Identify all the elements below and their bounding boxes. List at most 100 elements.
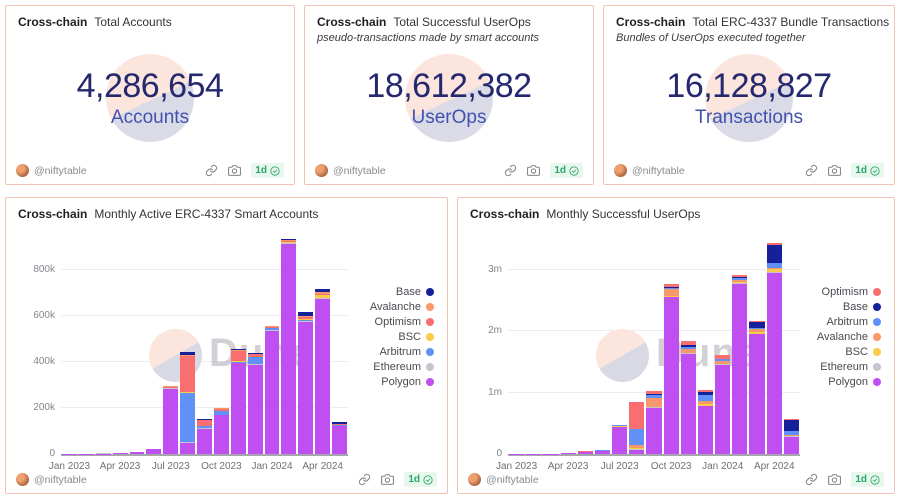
- author-link[interactable]: @niftytable: [614, 164, 685, 177]
- bar-jan-2023[interactable]: [61, 236, 78, 454]
- card-title[interactable]: Total Accounts: [94, 15, 171, 29]
- bar-apr-2023[interactable]: [560, 236, 577, 454]
- check-circle-icon: [270, 166, 280, 176]
- legend-item-base[interactable]: Base: [843, 301, 881, 313]
- author-avatar: [315, 164, 328, 177]
- legend-item-optimism[interactable]: Optimism: [375, 316, 434, 328]
- legend-label: Arbitrum: [826, 316, 868, 328]
- author-link[interactable]: @niftytable: [16, 473, 87, 486]
- author-link[interactable]: @niftytable: [315, 164, 386, 177]
- legend-item-optimism[interactable]: Optimism: [822, 286, 881, 298]
- bar-may-2024[interactable]: [331, 236, 348, 454]
- x-axis-tick-label: Apr 2024: [302, 461, 343, 472]
- bar-feb-2023[interactable]: [525, 236, 542, 454]
- embed-link-icon[interactable]: [805, 164, 818, 177]
- embed-link-icon[interactable]: [358, 473, 371, 486]
- bar-feb-2024[interactable]: [731, 236, 748, 454]
- camera-icon[interactable]: [381, 473, 394, 486]
- legend-item-bsc[interactable]: BSC: [398, 331, 434, 343]
- bar-jan-2024[interactable]: [264, 236, 281, 454]
- chart-card-monthly-successful-userops: Cross-chainMonthly Successful UserOps Du…: [457, 197, 895, 494]
- refresh-badge[interactable]: 1d: [851, 163, 884, 178]
- author-link[interactable]: @niftytable: [468, 473, 539, 486]
- refresh-badge[interactable]: 1d: [251, 163, 284, 178]
- counter-card-total-userops: Cross-chainTotal Successful UserOps pseu…: [304, 5, 594, 185]
- check-circle-icon: [870, 166, 880, 176]
- bar-oct-2023[interactable]: [663, 236, 680, 454]
- legend-label: Avalanche: [370, 301, 421, 313]
- bar-apr-2024[interactable]: [314, 236, 331, 454]
- bar-series: [61, 236, 348, 454]
- bar-mar-2024[interactable]: [297, 236, 314, 454]
- bar-sep-2023[interactable]: [645, 236, 662, 454]
- bar-mar-2023[interactable]: [95, 236, 112, 454]
- bar-mar-2023[interactable]: [542, 236, 559, 454]
- x-axis-tick-label: Jan 2023: [496, 461, 537, 472]
- bar-segment-polygon: [664, 297, 679, 454]
- bar-mar-2024[interactable]: [748, 236, 765, 454]
- bar-jun-2023[interactable]: [145, 236, 162, 454]
- legend-item-arbitrum[interactable]: Arbitrum: [826, 316, 881, 328]
- legend-item-polygon[interactable]: Polygon: [828, 376, 881, 388]
- legend-item-ethereum[interactable]: Ethereum: [373, 361, 434, 373]
- bar-may-2024[interactable]: [783, 236, 800, 454]
- bar-nov-2023[interactable]: [230, 236, 247, 454]
- bar-jul-2023[interactable]: [162, 236, 179, 454]
- card-footer: @niftytable 1d: [468, 472, 884, 487]
- bar-aug-2023[interactable]: [179, 236, 196, 454]
- bar-dec-2023[interactable]: [247, 236, 264, 454]
- legend-color-dot: [426, 363, 434, 371]
- embed-link-icon[interactable]: [504, 164, 517, 177]
- card-title[interactable]: Monthly Successful UserOps: [546, 207, 700, 221]
- camera-icon[interactable]: [828, 473, 841, 486]
- legend-item-avalanche[interactable]: Avalanche: [817, 331, 881, 343]
- bar-oct-2023[interactable]: [213, 236, 230, 454]
- footer-actions: 1d: [205, 163, 284, 178]
- card-title[interactable]: Total Successful UserOps: [393, 15, 530, 29]
- bar-jan-2024[interactable]: [714, 236, 731, 454]
- legend-label: Ethereum: [820, 361, 868, 373]
- card-header: Cross-chainMonthly Successful UserOps: [470, 207, 700, 221]
- legend-item-avalanche[interactable]: Avalanche: [370, 301, 434, 313]
- bar-apr-2024[interactable]: [766, 236, 783, 454]
- card-title[interactable]: Monthly Active ERC-4337 Smart Accounts: [94, 207, 318, 221]
- legend-label: Arbitrum: [379, 346, 421, 358]
- bar-segment-polygon: [629, 450, 644, 454]
- bar-sep-2023[interactable]: [196, 236, 213, 454]
- camera-icon[interactable]: [828, 164, 841, 177]
- card-title[interactable]: Total ERC-4337 Bundle Transactions: [692, 15, 889, 29]
- bar-jan-2023[interactable]: [508, 236, 525, 454]
- bar-segment-polygon: [163, 389, 178, 454]
- bar-may-2023[interactable]: [129, 236, 146, 454]
- bar-apr-2023[interactable]: [112, 236, 129, 454]
- dune-dashboard: Cross-chainTotal Accounts 4,286,654 Acco…: [0, 0, 900, 500]
- refresh-badge[interactable]: 1d: [550, 163, 583, 178]
- bar-aug-2023[interactable]: [628, 236, 645, 454]
- bar-jul-2023[interactable]: [611, 236, 628, 454]
- bar-may-2023[interactable]: [577, 236, 594, 454]
- camera-icon[interactable]: [527, 164, 540, 177]
- legend-color-dot: [426, 348, 434, 356]
- bar-nov-2023[interactable]: [680, 236, 697, 454]
- legend-item-ethereum[interactable]: Ethereum: [820, 361, 881, 373]
- embed-link-icon[interactable]: [805, 473, 818, 486]
- legend-item-base[interactable]: Base: [396, 286, 434, 298]
- x-axis-tick-label: Apr 2023: [100, 461, 141, 472]
- check-circle-icon: [423, 475, 433, 485]
- camera-icon[interactable]: [228, 164, 241, 177]
- refresh-badge[interactable]: 1d: [404, 472, 437, 487]
- legend-item-arbitrum[interactable]: Arbitrum: [379, 346, 434, 358]
- author-link[interactable]: @niftytable: [16, 164, 87, 177]
- refresh-badge[interactable]: 1d: [851, 472, 884, 487]
- embed-link-icon[interactable]: [205, 164, 218, 177]
- legend-color-dot: [873, 288, 881, 296]
- bar-jun-2023[interactable]: [594, 236, 611, 454]
- x-axis-tick-label: Apr 2023: [548, 461, 589, 472]
- bar-feb-2024[interactable]: [280, 236, 297, 454]
- bar-dec-2023[interactable]: [697, 236, 714, 454]
- legend-label: BSC: [398, 331, 421, 343]
- bar-segment-polygon: [767, 273, 782, 454]
- legend-item-polygon[interactable]: Polygon: [381, 376, 434, 388]
- legend-item-bsc[interactable]: BSC: [845, 346, 881, 358]
- bar-feb-2023[interactable]: [78, 236, 95, 454]
